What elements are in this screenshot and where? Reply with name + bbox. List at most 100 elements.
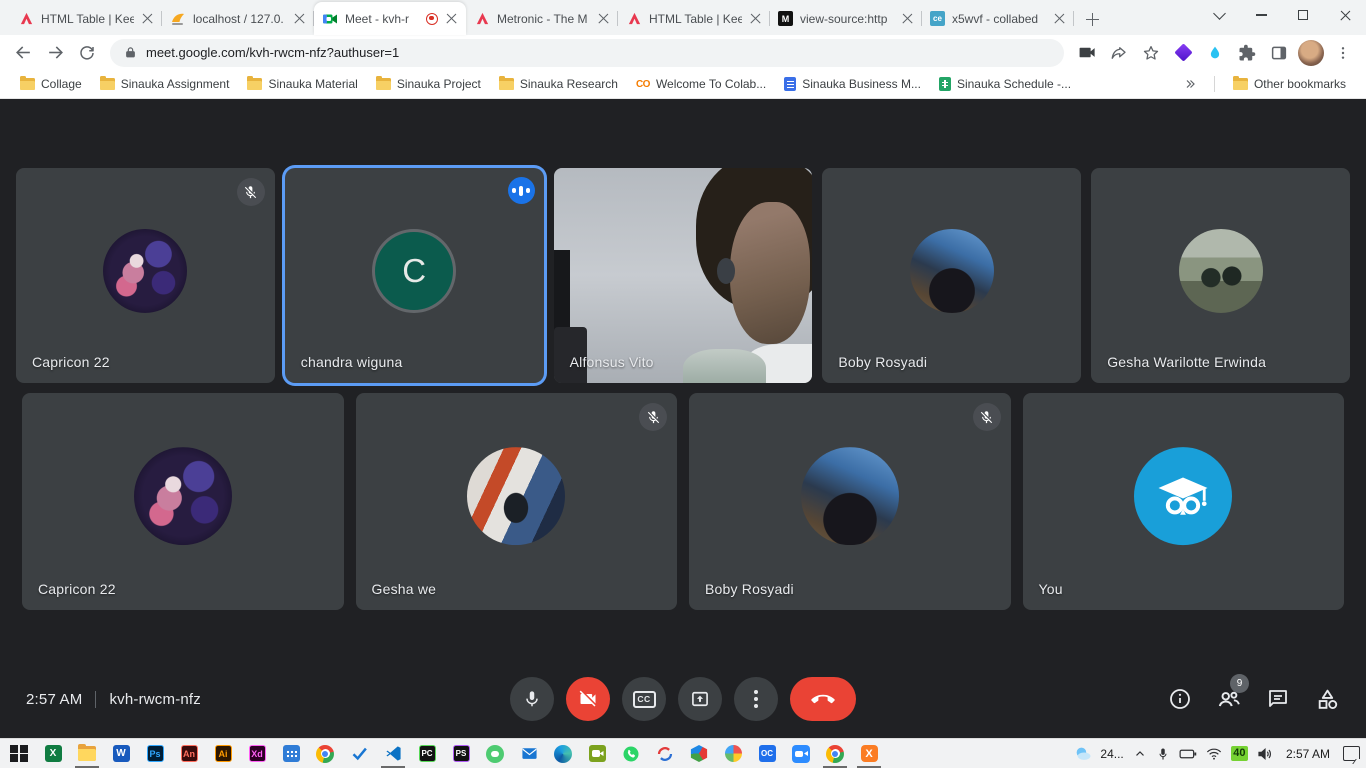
taskbar-pinwheel-app-icon[interactable] xyxy=(716,739,750,768)
taskbar-check-app-icon[interactable] xyxy=(342,739,376,768)
taskbar-xd-icon[interactable]: Xd xyxy=(240,739,274,768)
participant-tile[interactable]: Capricon 22 xyxy=(16,168,275,383)
minimize-button[interactable] xyxy=(1240,0,1282,30)
more-options-button[interactable] xyxy=(734,677,778,721)
star-icon[interactable] xyxy=(1136,38,1166,68)
chevron-up-icon[interactable] xyxy=(1133,747,1147,761)
people-button[interactable]: 9 xyxy=(1216,686,1242,712)
taskbar-illustrator-icon[interactable]: Ai xyxy=(206,739,240,768)
participant-tile[interactable]: Gesha Warilotte Erwinda xyxy=(1091,168,1350,383)
divider xyxy=(95,691,96,708)
taskbar-file-explorer-icon[interactable] xyxy=(70,739,104,768)
chat-button[interactable] xyxy=(1265,686,1291,712)
bookmark-schedule[interactable]: Sinauka Schedule -... xyxy=(931,74,1079,94)
address-bar[interactable]: meet.google.com/kvh-rwcm-nfz?authuser=1 xyxy=(110,39,1064,67)
taskbar-calendar-icon[interactable] xyxy=(274,739,308,768)
taskbar-whatsapp-icon[interactable] xyxy=(614,739,648,768)
bookmark-folder-material[interactable]: Sinauka Material xyxy=(239,74,365,94)
camera-off-button[interactable] xyxy=(566,677,610,721)
other-bookmarks-button[interactable]: Other bookmarks xyxy=(1225,74,1354,94)
participant-tile[interactable]: Gesha we xyxy=(356,393,678,610)
taskbar-photoshop-icon[interactable]: Ps xyxy=(138,739,172,768)
battery-percent-badge[interactable]: 40 xyxy=(1231,746,1248,761)
share-icon[interactable] xyxy=(1104,38,1134,68)
tray-clock[interactable]: 2:57 AM xyxy=(1282,747,1334,761)
mic-button[interactable] xyxy=(510,677,554,721)
battery-icon[interactable] xyxy=(1179,747,1197,761)
taskbar-camera-recorder-icon[interactable] xyxy=(580,739,614,768)
browser-tab[interactable]: HTML Table | Kee xyxy=(10,2,162,35)
side-panel-icon[interactable] xyxy=(1264,38,1294,68)
camera-indicator-icon[interactable] xyxy=(1072,38,1102,68)
bookmark-folder-project[interactable]: Sinauka Project xyxy=(368,74,489,94)
bookmark-folder-research[interactable]: Sinauka Research xyxy=(491,74,626,94)
menu-kebab-icon[interactable] xyxy=(1328,38,1358,68)
forward-button[interactable] xyxy=(40,38,70,68)
taskbar-red-swirl-app-icon[interactable] xyxy=(648,739,682,768)
weather-temp[interactable]: 24... xyxy=(1100,747,1123,761)
captions-button[interactable]: CC xyxy=(622,677,666,721)
bookmark-folder-collage[interactable]: Collage xyxy=(12,74,90,94)
hang-up-button[interactable] xyxy=(790,677,856,721)
participant-tile-video[interactable]: Alfonsus Vito xyxy=(554,168,813,383)
close-icon[interactable] xyxy=(293,12,306,25)
taskbar-vscode-icon[interactable] xyxy=(376,739,410,768)
speaker-icon[interactable] xyxy=(1257,747,1273,761)
taskbar-green-assistant-icon[interactable] xyxy=(478,739,512,768)
taskbar-chrome-active-icon[interactable] xyxy=(818,739,852,768)
taskbar-excel-icon[interactable]: X xyxy=(36,739,70,768)
close-icon[interactable] xyxy=(141,12,154,25)
profile-avatar[interactable] xyxy=(1298,40,1324,66)
activities-button[interactable] xyxy=(1314,686,1340,712)
close-icon[interactable] xyxy=(1053,12,1066,25)
taskbar-pycharm-icon[interactable]: PC xyxy=(410,739,444,768)
action-center-icon[interactable] xyxy=(1343,746,1360,761)
close-icon[interactable] xyxy=(445,12,458,25)
bookmark-folder-assignment[interactable]: Sinauka Assignment xyxy=(92,74,238,94)
reload-button[interactable] xyxy=(72,38,102,68)
browser-tab[interactable]: localhost / 127.0. xyxy=(162,2,314,35)
new-tab-button[interactable] xyxy=(1078,5,1106,33)
windows-taskbar: X W Ps An Ai Xd PC PS OC X 24... 40 xyxy=(0,738,1366,768)
close-icon[interactable] xyxy=(749,12,762,25)
browser-tab-active[interactable]: Meet - kvh-r xyxy=(314,2,466,35)
taskbar-edge-icon[interactable] xyxy=(546,739,580,768)
participant-tile-speaking[interactable]: C chandra wiguna xyxy=(285,168,544,383)
chevron-down-icon xyxy=(1213,7,1226,20)
url-text[interactable]: meet.google.com/kvh-rwcm-nfz?authuser=1 xyxy=(146,45,399,60)
taskbar-zoom-icon[interactable] xyxy=(784,739,818,768)
taskbar-start-button[interactable] xyxy=(2,739,36,768)
taskbar-chrome-icon[interactable] xyxy=(308,739,342,768)
browser-tab[interactable]: HTML Table | Kee xyxy=(618,2,770,35)
tab-search-button[interactable] xyxy=(1198,0,1240,30)
taskbar-hexagon-app-icon[interactable] xyxy=(682,739,716,768)
taskbar-xampp-icon[interactable]: X xyxy=(852,739,886,768)
taskbar-mail-icon[interactable] xyxy=(512,739,546,768)
participant-tile[interactable]: Capricon 22 xyxy=(22,393,344,610)
close-icon[interactable] xyxy=(597,12,610,25)
info-button[interactable] xyxy=(1167,686,1193,712)
participant-tile-you[interactable]: You xyxy=(1023,393,1345,610)
water-drop-extension-icon[interactable] xyxy=(1200,38,1230,68)
present-button[interactable] xyxy=(678,677,722,721)
browser-tab[interactable]: Metronic - The M xyxy=(466,2,618,35)
participant-tile[interactable]: Boby Rosyadi xyxy=(822,168,1081,383)
close-icon[interactable] xyxy=(901,12,914,25)
bookmark-welcome-colab[interactable]: COWelcome To Colab... xyxy=(628,74,774,94)
bookmark-business[interactable]: Sinauka Business M... xyxy=(776,74,929,94)
browser-tab[interactable]: M view-source:http xyxy=(770,2,922,35)
taskbar-phpstorm-icon[interactable]: PS xyxy=(444,739,478,768)
purple-diamond-extension-icon[interactable] xyxy=(1168,38,1198,68)
taskbar-word-icon[interactable]: W xyxy=(104,739,138,768)
browser-tab[interactable]: ce x5wvf - collabed xyxy=(922,2,1074,35)
back-button[interactable] xyxy=(8,38,38,68)
tray-mic-icon[interactable] xyxy=(1156,747,1170,761)
wifi-icon[interactable] xyxy=(1206,747,1222,761)
close-window-button[interactable] xyxy=(1324,0,1366,30)
participant-tile[interactable]: Boby Rosyadi xyxy=(689,393,1011,610)
extensions-puzzle-icon[interactable] xyxy=(1232,38,1262,68)
taskbar-oc-app-icon[interactable]: OC xyxy=(750,739,784,768)
restore-button[interactable] xyxy=(1282,0,1324,30)
taskbar-animate-icon[interactable]: An xyxy=(172,739,206,768)
bookmarks-overflow-button[interactable] xyxy=(1176,75,1204,93)
